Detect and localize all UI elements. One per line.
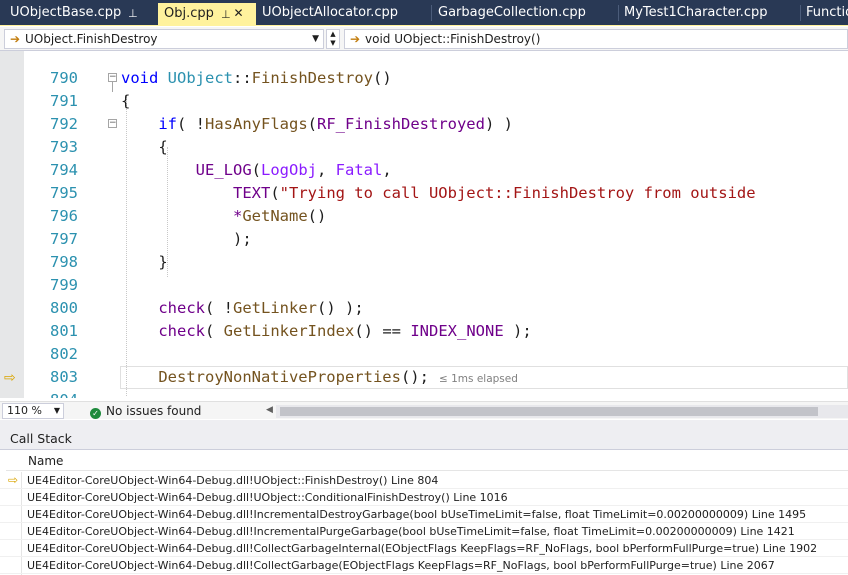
pin-icon[interactable]: ⊣	[215, 9, 235, 19]
code-line: 801 check( !GetLinker() );	[0, 297, 848, 340]
zoom-dropdown[interactable]: 110 % ▼	[2, 403, 64, 419]
member-label: void UObject::FinishDestroy()	[365, 32, 541, 46]
code-line: 793 − if( !HasAnyFlags(RF_FinishDestroye…	[0, 113, 848, 156]
callstack-frame[interactable]: UE4Editor-CoreUObject-Win64-Debug.dll!In…	[0, 506, 848, 523]
tab-label: Functio	[806, 5, 848, 20]
tab-garbagecollection-cpp[interactable]: GarbageCollection.cpp	[432, 3, 618, 23]
code-line: 803	[0, 343, 848, 386]
code-line: 798 );	[0, 228, 848, 271]
tab-label: GarbageCollection.cpp	[438, 5, 586, 20]
code-editor[interactable]: 790 791 − void UObject::FinishDestroy() …	[0, 51, 848, 398]
frame-label: UE4Editor-CoreUObject-Win64-Debug.dll!UO…	[27, 474, 439, 487]
code-line: 800	[0, 274, 848, 317]
code-line: 799 }	[0, 251, 848, 294]
column-header-name[interactable]: Name	[6, 451, 848, 471]
callstack-frame[interactable]: UE4Editor-CoreUObject-Win64-Debug.dll!In…	[0, 523, 848, 540]
frame-label: UE4Editor-CoreUObject-Win64-Debug.dll!UO…	[27, 491, 508, 504]
editor-status-bar: 110 % ▼ ✓ No issues found ◀	[0, 401, 848, 419]
perf-tip[interactable]: ≤ 1ms elapsed	[439, 373, 518, 385]
horizontal-scroll-thumb[interactable]	[280, 407, 818, 416]
callstack-frame[interactable]: ⇨ UE4Editor-CoreUObject-Win64-Debug.dll!…	[0, 472, 848, 489]
tab-uobjectbase-cpp[interactable]: UObjectBase.cpp ⊣	[4, 3, 154, 23]
scope-label: UObject.FinishDestroy	[25, 32, 158, 46]
chevron-down-icon: ▼	[53, 406, 60, 415]
pin-icon[interactable]: ⊣	[122, 8, 142, 18]
chevron-up-icon[interactable]: ▲	[327, 30, 339, 39]
code-line: 794 {	[0, 136, 848, 179]
frame-label: UE4Editor-CoreUObject-Win64-Debug.dll!Co…	[27, 542, 818, 555]
scroll-left-icon[interactable]: ◀	[266, 405, 273, 415]
code-line: 790	[0, 51, 848, 87]
navigation-bar: ➔ UObject.FinishDestroy ▼ ▲ ▼ ➔ void UObje…	[0, 27, 848, 51]
tab-label: UObjectBase.cpp	[10, 5, 122, 20]
code-line: 802 check( GetLinkerIndex() == INDEX_NON…	[0, 320, 848, 363]
arrow-right-icon: ➔	[349, 32, 361, 46]
active-tab-underline	[0, 25, 848, 26]
check-circle-icon: ✓	[90, 408, 101, 419]
issues-label: No issues found	[106, 404, 202, 418]
code-line: 791 − void UObject::FinishDestroy()	[0, 67, 848, 110]
tab-obj-cpp[interactable]: Obj.cpp ⊣ ✕	[158, 3, 256, 26]
code-line: 796 TEXT("Trying to call UObject::Finish…	[0, 182, 848, 225]
code-line: 805	[0, 389, 848, 398]
tab-label: UObjectAllocator.cpp	[262, 5, 399, 20]
zoom-level: 110 %	[7, 404, 42, 417]
frame-label: UE4Editor-CoreUObject-Win64-Debug.dll!In…	[27, 508, 807, 521]
tab-mytest1character-cpp[interactable]: MyTest1Character.cpp	[618, 3, 800, 23]
close-icon[interactable]: ✕	[233, 6, 243, 20]
tab-label: Obj.cpp	[164, 6, 214, 21]
chevron-down-icon[interactable]: ▼	[327, 39, 339, 48]
panel-splitter[interactable]	[0, 420, 848, 428]
tab-label: MyTest1Character.cpp	[624, 5, 768, 20]
frame-label: UE4Editor-CoreUObject-Win64-Debug.dll!Co…	[27, 559, 775, 572]
arrow-right-icon: ➔	[9, 32, 21, 46]
document-tab-strip: UObjectBase.cpp ⊣ Obj.cpp ⊣ ✕ UObjectAlloca…	[0, 0, 848, 26]
scope-dropdown[interactable]: ➔ UObject.FinishDestroy ▼	[4, 29, 324, 49]
callstack-frame[interactable]: UE4Editor-CoreUObject-Win64-Debug.dll!Co…	[0, 557, 848, 574]
chevron-down-icon: ▼	[312, 34, 319, 44]
callstack-frame[interactable]: UE4Editor-CoreUObject-Win64-Debug.dll!UO…	[0, 489, 848, 506]
tab-uobjectallocator-cpp[interactable]: UObjectAllocator.cpp	[256, 3, 431, 23]
current-frame-arrow-icon: ⇨	[8, 473, 19, 487]
frame-label: UE4Editor-CoreUObject-Win64-Debug.dll!In…	[27, 525, 795, 538]
collapse-icon[interactable]: −	[108, 73, 117, 82]
code-line-current: 804 DestroyNonNativeProperties();≤ 1ms e…	[0, 366, 848, 398]
collapse-icon[interactable]: −	[108, 119, 117, 128]
callstack-title: Call Stack	[0, 428, 848, 450]
issues-indicator[interactable]: ✓ No issues found	[90, 403, 201, 419]
callstack-panel: Name ⇨ UE4Editor-CoreUObject-Win64-Debug…	[0, 450, 848, 575]
scope-spinner[interactable]: ▲ ▼	[326, 29, 340, 49]
tab-functio[interactable]: Functio	[800, 3, 848, 23]
code-line: 795 UE_LOG(LogObj, Fatal,	[0, 159, 848, 202]
member-dropdown[interactable]: ➔ void UObject::FinishDestroy()	[344, 29, 848, 49]
code-line: 792 {	[0, 90, 848, 133]
code-line: 797 *GetName()	[0, 205, 848, 248]
callstack-frame[interactable]: UE4Editor-CoreUObject-Win64-Debug.dll!Co…	[0, 540, 848, 557]
